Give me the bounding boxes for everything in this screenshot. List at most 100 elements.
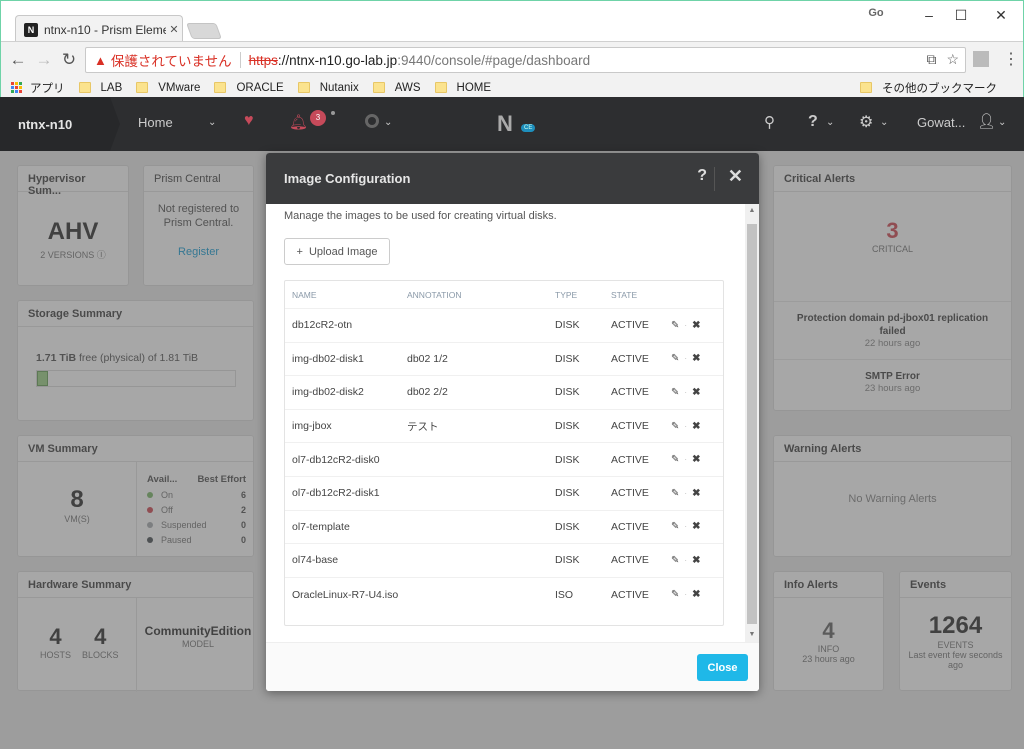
bookmark-aws[interactable]: AWS <box>372 82 421 94</box>
address-bar[interactable]: ▲ 保護されていません https ://ntnx-n10.go-lab.jp … <box>85 47 966 73</box>
tab-close-icon[interactable]: ✕ <box>166 23 182 36</box>
extension-icon[interactable] <box>973 51 989 67</box>
home-menu[interactable]: Home <box>138 115 173 130</box>
bookmark-apps[interactable]: アプリ <box>1 80 65 96</box>
delete-x-icon[interactable]: ✖ <box>692 555 700 566</box>
delete-x-icon[interactable]: ✖ <box>692 454 700 465</box>
edit-pencil-icon[interactable]: ✎ <box>671 421 679 432</box>
image-state: ACTIVE <box>611 520 649 533</box>
edit-pencil-icon[interactable]: ✎ <box>671 589 679 600</box>
image-name: ol74-base <box>292 554 339 567</box>
image-name: img-db02-disk1 <box>292 352 364 365</box>
chevron-down-icon[interactable]: ⌄ <box>826 117 834 128</box>
plus-icon: + <box>296 245 303 258</box>
maximize-button[interactable]: ☐ <box>946 7 976 24</box>
bookmark-label: アプリ <box>30 82 65 95</box>
new-tab-button[interactable] <box>186 23 222 39</box>
bookmark-oracle[interactable]: ORACLE <box>214 82 284 94</box>
image-name: ol7-db12cR2-disk0 <box>292 453 380 466</box>
bookmark-vmware[interactable]: VMware <box>136 82 200 94</box>
table-row[interactable]: img-db02-disk1 db02 1/2 DISK ACTIVE ✎ · ✖ <box>285 343 723 377</box>
table-row[interactable]: db12cR2-otn DISK ACTIVE ✎ · ✖ <box>285 309 723 343</box>
scroll-thumb[interactable] <box>747 224 757 624</box>
reload-button[interactable]: ↻ <box>59 50 79 70</box>
divider <box>239 52 241 68</box>
table-row[interactable]: img-db02-disk2 db02 2/2 DISK ACTIVE ✎ · ✖ <box>285 376 723 410</box>
translate-icon[interactable]: ⧉ <box>926 51 936 68</box>
chevron-down-icon[interactable]: ⌄ <box>384 117 392 128</box>
col-name[interactable]: NAME <box>285 290 407 300</box>
folder-icon <box>214 82 227 93</box>
search-icon[interactable]: ⚲ <box>764 113 775 131</box>
bookmark-lab[interactable]: LAB <box>78 82 122 94</box>
delete-x-icon[interactable]: ✖ <box>692 589 700 600</box>
browser-toolbar: ← → ↻ ▲ 保護されていません https ://ntnx-n10.go-l… <box>1 41 1023 77</box>
profile-icon[interactable]: Go <box>861 7 891 19</box>
separator-dot: · <box>684 387 688 397</box>
image-state: ACTIVE <box>611 453 649 466</box>
bookmark-label: Nutanix <box>319 81 359 94</box>
upload-image-button[interactable]: + Upload Image <box>284 238 390 265</box>
gear-icon[interactable]: ⚙ <box>859 112 873 132</box>
scroll-up-icon[interactable]: ▲ <box>745 204 759 218</box>
folder-icon <box>297 82 310 93</box>
dialog-header: Image Configuration ? ✕ <box>266 153 759 204</box>
table-row[interactable]: ol7-db12cR2-disk1 DISK ACTIVE ✎ · ✖ <box>285 477 723 511</box>
bookmark-home[interactable]: HOME <box>434 82 491 94</box>
delete-x-icon[interactable]: ✖ <box>692 421 700 432</box>
task-circle-icon[interactable] <box>365 114 379 128</box>
col-annotation[interactable]: ANNOTATION <box>407 290 555 300</box>
col-type[interactable]: TYPE <box>555 290 611 300</box>
delete-x-icon[interactable]: ✖ <box>692 353 700 364</box>
forward-button[interactable]: → <box>34 50 54 70</box>
user-avatar-icon[interactable]: 👤︎ <box>977 112 996 130</box>
delete-x-icon[interactable]: ✖ <box>692 488 700 499</box>
user-name[interactable]: Gowat... <box>917 115 965 130</box>
col-state[interactable]: STATE <box>611 290 671 300</box>
folder-icon <box>136 82 149 93</box>
image-name: OracleLinux-R7-U4.iso <box>292 588 399 601</box>
window-close-button[interactable]: ✕ <box>986 7 1016 24</box>
help-icon[interactable]: ? <box>697 167 707 185</box>
scroll-down-icon[interactable]: ▼ <box>745 628 759 642</box>
bookmark-star-icon[interactable]: ☆ <box>946 51 959 68</box>
table-row[interactable]: ol7-template DISK ACTIVE ✎ · ✖ <box>285 511 723 545</box>
table-row[interactable]: ol7-db12cR2-disk0 DISK ACTIVE ✎ · ✖ <box>285 443 723 477</box>
delete-x-icon[interactable]: ✖ <box>692 387 700 398</box>
bookmark-nutanix[interactable]: Nutanix <box>297 81 359 94</box>
cluster-name[interactable]: ntnx-n10 <box>0 97 120 151</box>
browser-chrome: N ntnx-n10 - Prism Element ✕ Go – ☐ ✕ ← … <box>0 0 1024 97</box>
table-row[interactable]: img-jbox テスト DISK ACTIVE ✎ · ✖ <box>285 410 723 444</box>
image-name: db12cR2-otn <box>292 319 353 332</box>
alerts-bell-icon[interactable]: 🔔︎ <box>289 113 308 131</box>
chevron-down-icon[interactable]: ⌄ <box>208 117 216 128</box>
edit-pencil-icon[interactable]: ✎ <box>671 488 679 499</box>
browser-menu-icon[interactable]: ⋮ <box>1003 49 1019 69</box>
chevron-down-icon[interactable]: ⌄ <box>998 117 1006 128</box>
nutanix-logo-icon: N <box>497 111 513 136</box>
edit-pencil-icon[interactable]: ✎ <box>671 555 679 566</box>
back-button[interactable]: ← <box>8 50 28 70</box>
close-button[interactable]: Close <box>697 654 748 681</box>
separator-dot: · <box>684 421 688 431</box>
edit-pencil-icon[interactable]: ✎ <box>671 454 679 465</box>
delete-x-icon[interactable]: ✖ <box>692 320 700 331</box>
chevron-down-icon[interactable]: ⌄ <box>880 117 888 128</box>
edit-pencil-icon[interactable]: ✎ <box>671 387 679 398</box>
edit-pencil-icon[interactable]: ✎ <box>671 353 679 364</box>
dialog-scrollbar[interactable]: ▲ ▼ <box>745 204 759 642</box>
folder-icon <box>372 82 385 93</box>
edit-pencil-icon[interactable]: ✎ <box>671 320 679 331</box>
browser-tab[interactable]: N ntnx-n10 - Prism Element ✕ <box>15 15 183 43</box>
minimize-button[interactable]: – <box>914 7 944 23</box>
table-row[interactable]: OracleLinux-R7-U4.iso ISO ACTIVE ✎ · ✖ <box>285 578 723 612</box>
table-row[interactable]: ol74-base DISK ACTIVE ✎ · ✖ <box>285 544 723 578</box>
health-heart-icon[interactable]: ♥ <box>244 112 254 130</box>
close-icon[interactable]: ✕ <box>728 166 743 187</box>
title-bar: N ntnx-n10 - Prism Element ✕ Go – ☐ ✕ <box>1 1 1023 43</box>
edit-pencil-icon[interactable]: ✎ <box>671 521 679 532</box>
other-bookmarks[interactable]: その他のブックマーク <box>860 80 997 96</box>
delete-x-icon[interactable]: ✖ <box>692 521 700 532</box>
help-icon[interactable]: ? <box>808 113 818 131</box>
separator-dot: · <box>684 488 688 498</box>
